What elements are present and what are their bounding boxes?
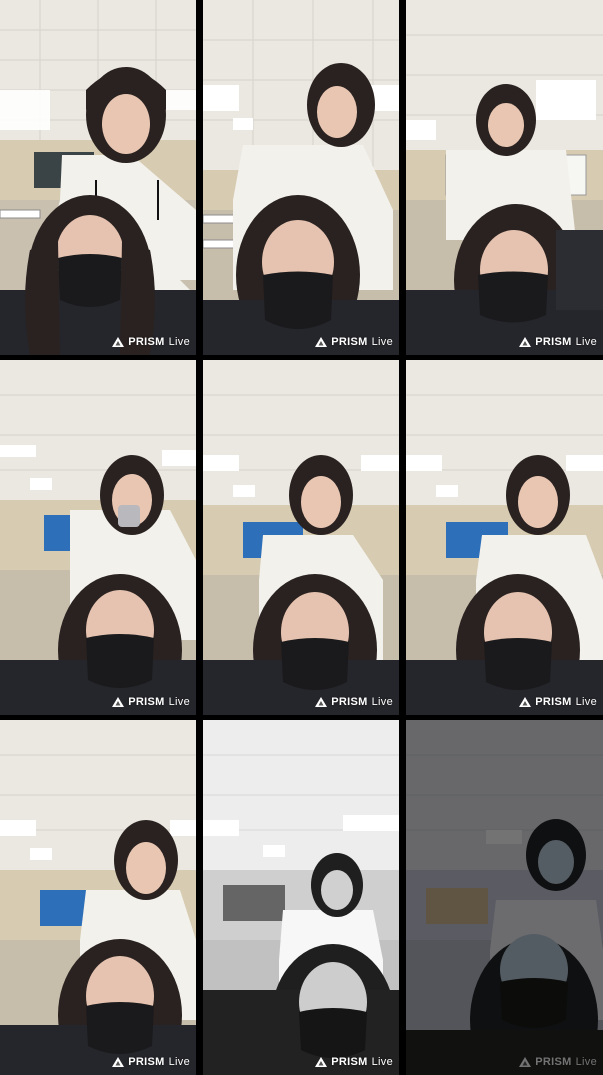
photo-collage-grid: PRISM Live PRISM Live PRISM Live PRISM L… (0, 0, 603, 1075)
watermark-suffix: Live (168, 1056, 190, 1068)
watermark-brand: PRISM (535, 696, 572, 708)
prism-live-watermark: PRISM Live (112, 1056, 190, 1068)
watermark-brand: PRISM (128, 336, 165, 348)
photo-tile-1: PRISM Live (0, 0, 196, 355)
photo-tile-7: PRISM Live (0, 720, 196, 1075)
prism-logo-icon (315, 697, 328, 707)
watermark-brand: PRISM (535, 1056, 572, 1068)
watermark-brand: PRISM (331, 696, 368, 708)
watermark-brand: PRISM (331, 1056, 368, 1068)
prism-live-watermark: PRISM Live (315, 1056, 393, 1068)
watermark-suffix: Live (371, 696, 393, 708)
watermark-suffix: Live (371, 1056, 393, 1068)
watermark-suffix: Live (575, 696, 597, 708)
watermark-suffix: Live (168, 696, 190, 708)
watermark-suffix: Live (371, 336, 393, 348)
classroom-scene (0, 0, 196, 355)
classroom-scene (203, 0, 399, 355)
prism-logo-icon (315, 1057, 328, 1067)
watermark-brand: PRISM (128, 696, 165, 708)
classroom-scene (406, 0, 603, 355)
prism-logo-icon (519, 1057, 532, 1067)
photo-tile-6: PRISM Live (406, 360, 603, 715)
prism-live-watermark: PRISM Live (519, 336, 597, 348)
watermark-brand: PRISM (331, 336, 368, 348)
classroom-scene (406, 360, 603, 715)
prism-logo-icon (112, 697, 125, 707)
watermark-suffix: Live (575, 1056, 597, 1068)
watermark-suffix: Live (575, 336, 597, 348)
prism-live-watermark: PRISM Live (315, 336, 393, 348)
photo-tile-5: PRISM Live (203, 360, 399, 715)
prism-live-watermark: PRISM Live (519, 1056, 597, 1068)
photo-tile-2: PRISM Live (203, 0, 399, 355)
prism-logo-icon (519, 337, 532, 347)
classroom-scene (406, 720, 603, 1075)
classroom-scene (0, 720, 196, 1075)
classroom-scene (203, 720, 399, 1075)
prism-live-watermark: PRISM Live (315, 696, 393, 708)
prism-logo-icon (315, 337, 328, 347)
watermark-brand: PRISM (535, 336, 572, 348)
photo-tile-8: PRISM Live (203, 720, 399, 1075)
watermark-suffix: Live (168, 336, 190, 348)
classroom-scene (203, 360, 399, 715)
photo-tile-3: PRISM Live (406, 0, 603, 355)
prism-live-watermark: PRISM Live (112, 336, 190, 348)
classroom-scene (0, 360, 196, 715)
prism-logo-icon (112, 1057, 125, 1067)
photo-tile-4: PRISM Live (0, 360, 196, 715)
prism-live-watermark: PRISM Live (519, 696, 597, 708)
watermark-brand: PRISM (128, 1056, 165, 1068)
prism-logo-icon (519, 697, 532, 707)
prism-logo-icon (112, 337, 125, 347)
photo-tile-9: PRISM Live (406, 720, 603, 1075)
prism-live-watermark: PRISM Live (112, 696, 190, 708)
